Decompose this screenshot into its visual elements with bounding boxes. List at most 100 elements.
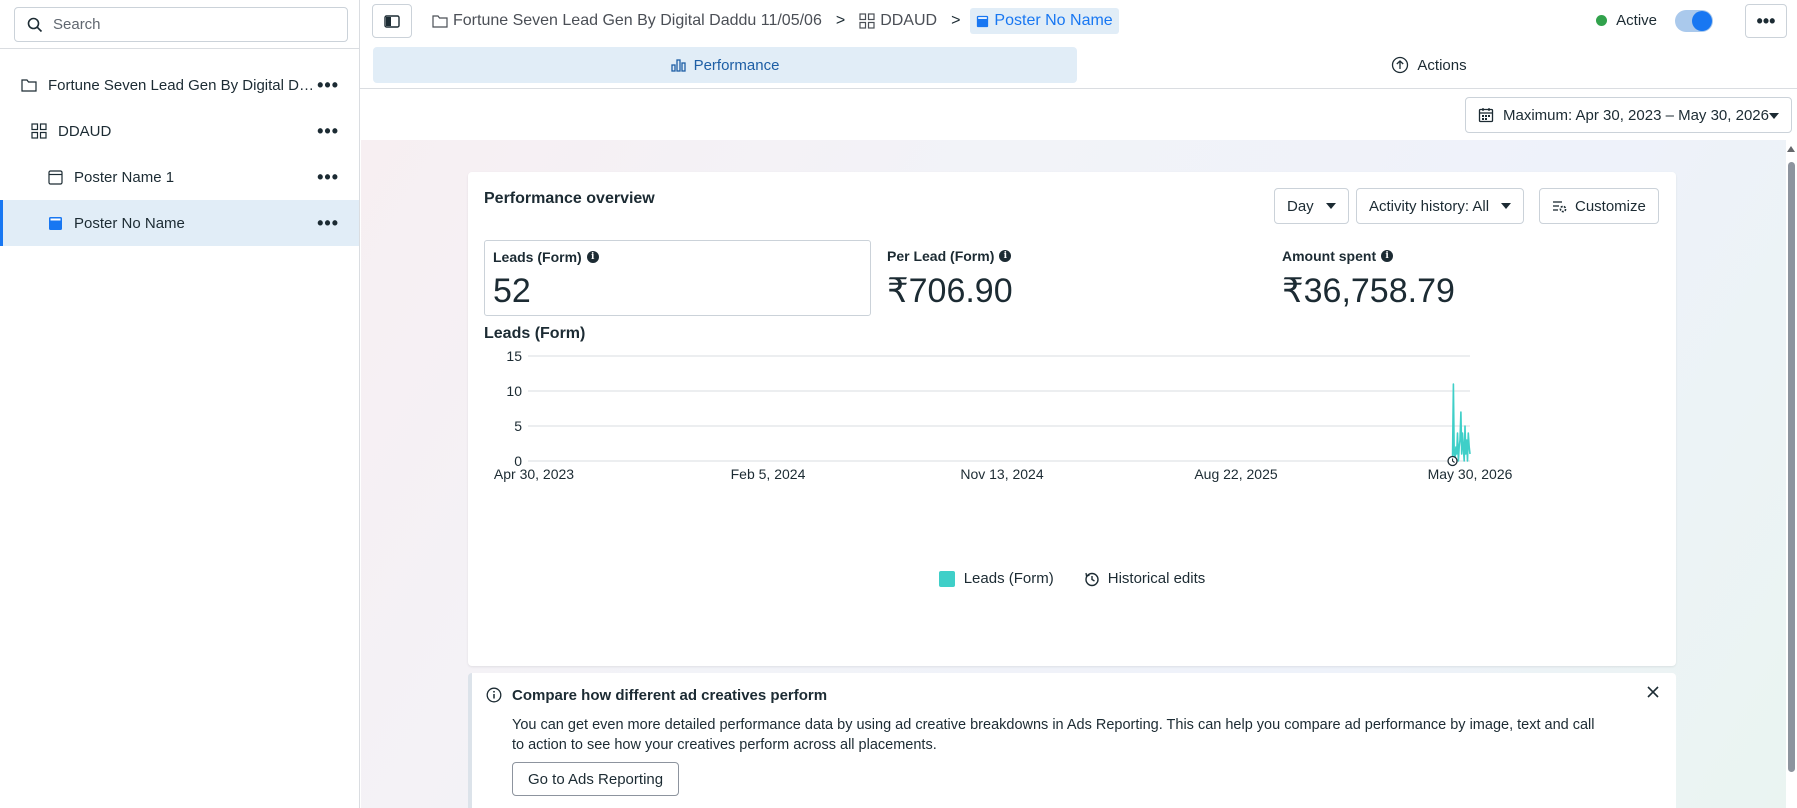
sidebar: Fortune Seven Lead Gen By Digital Daddu …: [0, 0, 360, 808]
banner-text: You can get even more detailed performan…: [512, 717, 1595, 753]
chevron-down-icon: [1769, 113, 1779, 119]
search-box[interactable]: [14, 7, 348, 42]
tab-performance[interactable]: Performance: [373, 47, 1077, 83]
sidebar-item-ad[interactable]: Poster Name 1 •••: [0, 154, 359, 200]
y-tick-label: 15: [506, 348, 522, 364]
sidebar-item-label: Poster Name 1: [74, 168, 175, 186]
sidebar-divider: [0, 48, 360, 49]
chevron-down-icon: [1325, 203, 1336, 209]
breadcrumb-ad[interactable]: Poster No Name: [970, 8, 1119, 34]
info-icon[interactable]: i: [586, 251, 599, 263]
scroll-up-icon[interactable]: [1787, 146, 1795, 152]
x-tick-label: Feb 5, 2024: [731, 466, 806, 482]
chart-title: Leads (Form): [484, 325, 586, 342]
legend-label-leads[interactable]: Leads (Form): [964, 570, 1054, 587]
info-icon[interactable]: i: [1381, 250, 1394, 262]
top-bar: Fortune Seven Lead Gen By Digital Daddu …: [360, 0, 1797, 42]
folder-icon: [432, 14, 448, 28]
grid-icon: [30, 122, 48, 140]
tab-actions[interactable]: Actions: [1077, 47, 1781, 83]
performance-overview-card: Performance overview Day Activity histor…: [468, 172, 1676, 666]
folder-icon: [20, 76, 38, 94]
y-tick-label: 10: [506, 383, 522, 399]
metric-value: ₹36,758.79: [1282, 272, 1455, 310]
customize-button[interactable]: Customize: [1539, 188, 1659, 224]
x-tick-label: Aug 22, 2025: [1194, 466, 1278, 482]
legend-swatch-leads: [938, 570, 955, 587]
active-toggle[interactable]: [1675, 10, 1713, 32]
metric-label: Per Lead (Form) i: [887, 248, 1251, 264]
legend-label-history: Historical edits: [1107, 570, 1206, 587]
metric-label: Leads (Form) i: [493, 249, 862, 265]
sidebar-item-label: DDAUD: [58, 122, 112, 140]
activity-history-label: Activity history: All: [1369, 197, 1490, 215]
banner-title: Compare how different ad creatives perfo…: [512, 687, 828, 704]
more-options-button[interactable]: •••: [317, 76, 339, 94]
customize-label: Customize: [1575, 197, 1646, 215]
grid-icon: [859, 13, 875, 29]
metric-label-text: Per Lead (Form): [887, 248, 995, 264]
breadcrumb: Fortune Seven Lead Gen By Digital Daddu …: [428, 0, 1119, 42]
history-icon: [1084, 571, 1100, 587]
sidebar-item-campaign[interactable]: Fortune Seven Lead Gen By Digital Daddu …: [0, 62, 359, 108]
metric-amount-spent[interactable]: Amount spent i ₹36,758.79: [1274, 240, 1654, 316]
more-options-button[interactable]: •••: [317, 168, 339, 186]
ad-icon: [976, 15, 989, 28]
legend-historical-edits[interactable]: Historical edits: [1084, 570, 1206, 587]
chevron-down-icon: [1501, 203, 1512, 209]
calendar-icon: [1478, 107, 1494, 123]
more-options-button[interactable]: •••: [317, 214, 339, 232]
y-tick-label: 5: [514, 418, 522, 434]
status-label: Active: [1616, 12, 1657, 29]
card-title: Performance overview: [484, 190, 655, 207]
metric-label: Amount spent i: [1282, 248, 1646, 264]
breadcrumb-label: DDAUD: [880, 12, 938, 29]
close-icon[interactable]: [1646, 685, 1660, 699]
tab-label: Performance: [693, 56, 780, 74]
metric-label-text: Leads (Form): [493, 249, 582, 265]
leads-line-chart: 05101520Apr 30, 2023Feb 5, 2024Nov 13, 2…: [494, 348, 1513, 482]
more-options-button[interactable]: •••: [317, 122, 339, 140]
info-circle-icon: [486, 687, 502, 703]
search-icon: [27, 17, 43, 33]
metric-label-text: Amount spent: [1282, 248, 1377, 264]
toggle-knob: [1692, 11, 1712, 31]
breadcrumb-campaign[interactable]: Fortune Seven Lead Gen By Digital Daddu …: [428, 8, 826, 34]
x-tick-label: Apr 30, 2023: [494, 466, 574, 482]
view-tabs: Performance Actions: [373, 47, 1797, 83]
sidebar-item-adset[interactable]: DDAUD •••: [0, 108, 359, 154]
series-line: [1451, 383, 1471, 462]
go-to-ads-reporting-button[interactable]: Go to Ads Reporting: [512, 762, 680, 796]
search-input[interactable]: [53, 16, 333, 33]
sidebar-item-ad-selected[interactable]: Poster No Name •••: [0, 200, 359, 246]
sidebar-toggle-button[interactable]: [372, 4, 412, 38]
date-range-picker[interactable]: Maximum: Apr 30, 2023 – May 30, 2026: [1465, 97, 1792, 133]
bar-chart-icon: [670, 58, 686, 72]
granularity-dropdown[interactable]: Day: [1274, 188, 1349, 224]
ad-icon: [46, 214, 64, 232]
metric-value: ₹706.90: [887, 272, 1013, 310]
x-tick-label: Nov 13, 2024: [960, 466, 1043, 482]
more-options-button[interactable]: •••: [1745, 4, 1787, 38]
arrow-up-circle-icon: [1391, 56, 1409, 74]
chevron-right-icon: >: [951, 12, 961, 29]
metric-cost-per-lead[interactable]: Per Lead (Form) i ₹706.90: [879, 240, 1259, 316]
status-indicator: Active: [1596, 12, 1657, 29]
panel-toggle-icon: [384, 14, 400, 28]
metric-value: 52: [493, 272, 531, 310]
chevron-right-icon: >: [835, 12, 846, 29]
date-range-label: Maximum: Apr 30, 2023 – May 30, 2026: [1503, 106, 1769, 124]
ad-icon: [46, 168, 64, 186]
metric-leads[interactable]: Leads (Form) i 52: [484, 240, 871, 316]
header-divider: [360, 88, 1797, 89]
chart-legend: Leads (Form) Historical edits: [468, 570, 1676, 587]
granularity-label: Day: [1287, 197, 1314, 215]
breadcrumb-label: Poster No Name: [994, 12, 1113, 29]
activity-history-dropdown[interactable]: Activity history: All: [1356, 188, 1525, 224]
breadcrumb-adset[interactable]: DDAUD: [855, 8, 941, 34]
scrollbar[interactable]: [1786, 140, 1797, 808]
scrollbar-thumb[interactable]: [1788, 162, 1795, 772]
x-tick-label: May 30, 2026: [1428, 466, 1513, 482]
customize-icon: [1552, 199, 1567, 213]
info-icon[interactable]: i: [999, 250, 1012, 262]
